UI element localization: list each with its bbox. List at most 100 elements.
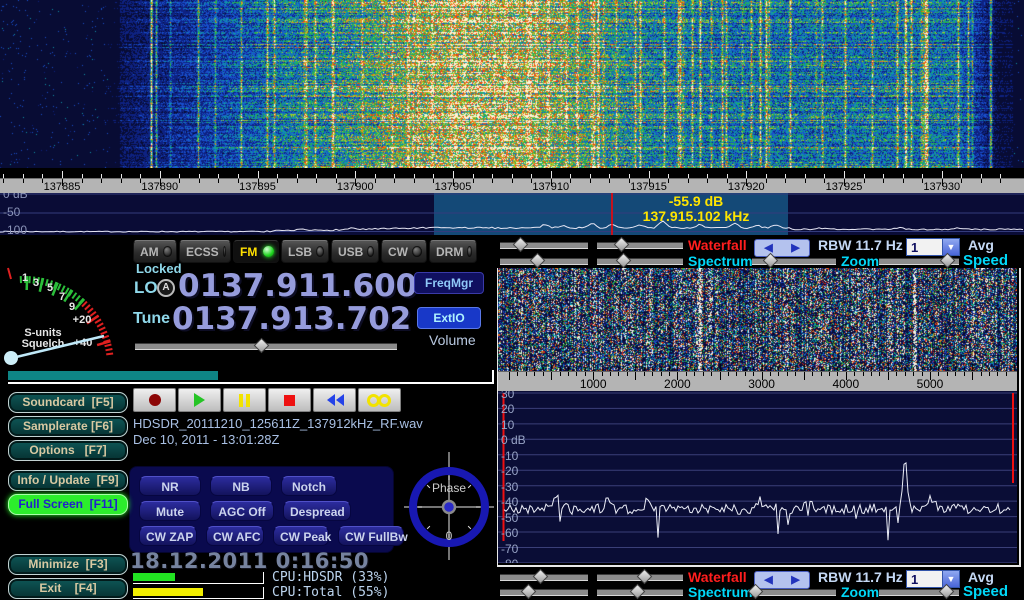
chevron-down-icon[interactable]: ▼ <box>942 239 959 255</box>
dsp-button-nb[interactable]: NB <box>210 476 272 496</box>
pause-button[interactable] <box>223 388 266 412</box>
loop-icon <box>369 394 391 407</box>
slider-thumb[interactable] <box>629 584 645 600</box>
waterfall-lower-slider[interactable] <box>597 239 683 250</box>
slider-thumb[interactable] <box>763 253 779 269</box>
scale-tick <box>661 372 662 376</box>
slider-thumb[interactable] <box>532 569 548 585</box>
scale-tick <box>964 372 965 376</box>
cpu-meter-label: CPU:HDSDR (33%) <box>272 570 389 585</box>
mode-label: USB <box>338 245 363 259</box>
dsp-button-despread[interactable]: Despread <box>283 501 351 521</box>
freqmgr-button[interactable]: FreqMgr <box>414 272 484 294</box>
scale-tick <box>955 372 956 376</box>
mode-button-lsb[interactable]: LSB <box>281 240 329 263</box>
options-button[interactable]: Options [F7] <box>8 440 128 461</box>
scale-tick <box>766 179 767 183</box>
main-waterfall-display[interactable] <box>0 0 1024 168</box>
rewind-button[interactable] <box>313 388 356 412</box>
slider-thumb[interactable] <box>940 253 956 269</box>
main-spectrum-display[interactable]: 0 dB -50 -100 <box>0 193 1024 235</box>
arrow-right-icon[interactable]: ▶ <box>791 573 799 587</box>
slider-thumb[interactable] <box>530 253 546 269</box>
dsp-button-agc-off[interactable]: AGC Off <box>210 501 274 521</box>
tune-frequency-display[interactable]: 0137.913.702 <box>172 301 411 337</box>
dsp-button-mute[interactable]: Mute <box>139 501 201 521</box>
db-label-50: -50 <box>3 205 20 219</box>
avg-dropdown-top[interactable]: 1 ▼ <box>906 238 960 256</box>
mode-button-usb[interactable]: USB <box>331 240 379 263</box>
scale-tick <box>981 179 982 183</box>
soundcard-button[interactable]: Soundcard [F5] <box>8 392 128 413</box>
mode-button-am[interactable]: AM <box>133 240 177 263</box>
play-button[interactable] <box>178 388 221 412</box>
record-button[interactable] <box>133 388 176 412</box>
zoom-slider-bottom[interactable] <box>752 586 836 597</box>
zoom-slider-top[interactable] <box>752 255 836 266</box>
waterfall-label-top[interactable]: Waterfall <box>688 237 747 253</box>
minimize-button[interactable]: Minimize [F3] <box>8 554 128 575</box>
audio-waterfall-display[interactable] <box>498 268 1017 371</box>
dsp-button-nr[interactable]: NR <box>139 476 201 496</box>
scale-tick <box>609 179 610 183</box>
speed-slider-top[interactable] <box>879 255 959 266</box>
dsp-button-notch[interactable]: Notch <box>281 476 337 496</box>
mode-button-cw[interactable]: CW <box>381 240 427 263</box>
auto-badge[interactable]: A <box>157 279 175 297</box>
playback-progress-bar[interactable] <box>8 370 494 384</box>
slider-thumb[interactable] <box>637 569 653 585</box>
audio-db-label: 0 dB <box>501 433 526 447</box>
speed-slider-bottom[interactable] <box>879 586 959 597</box>
audio-spectrum-display[interactable]: 3020100 dB-10-20-30-40-50-60-70-80 <box>498 391 1017 563</box>
waterfall-upper-slider[interactable] <box>500 239 588 250</box>
slider-thumb[interactable] <box>513 237 529 253</box>
mode-button-ecss[interactable]: ECSS <box>179 240 231 263</box>
arrow-left-icon[interactable]: ◀ <box>764 573 772 587</box>
dsp-button-cw-fullbw[interactable]: CW FullBw <box>338 526 404 546</box>
waterfall-upper-slider-bottom[interactable] <box>500 571 588 582</box>
samplerate-button[interactable]: Samplerate [F6] <box>8 416 128 437</box>
waterfall-label-bottom[interactable]: Waterfall <box>688 569 747 585</box>
scale-tick <box>669 372 670 376</box>
slider-thumb[interactable] <box>614 237 630 253</box>
scale-tick <box>805 179 806 183</box>
slider-thumb[interactable] <box>616 253 632 269</box>
volume-slider[interactable] <box>135 340 397 351</box>
slider-thumb[interactable] <box>253 338 269 354</box>
scale-tick <box>512 179 513 183</box>
spectrum-label-top[interactable]: Spectrum <box>688 253 753 269</box>
spectrum-lower-slider-bottom[interactable] <box>597 586 683 597</box>
full-screen-button[interactable]: Full Screen [F11] <box>8 494 128 515</box>
audio-tick-label: 3000 <box>748 377 775 391</box>
frequency-scale[interactable]: 1378851378901378951379001379051379101379… <box>0 178 1024 194</box>
audio-db-label: -60 <box>501 526 518 540</box>
spectrum-upper-slider-bottom[interactable] <box>500 586 588 597</box>
extio-button[interactable]: ExtIO <box>417 307 481 329</box>
lo-frequency-display[interactable]: 0137.911.600 <box>178 268 417 304</box>
waterfall-tick <box>355 171 356 178</box>
stop-button[interactable] <box>268 388 311 412</box>
slider-thumb[interactable] <box>521 584 537 600</box>
dsp-button-cw-zap[interactable]: CW ZAP <box>139 526 197 546</box>
spectrum-lower-slider[interactable] <box>597 255 683 266</box>
scale-tick <box>414 179 415 183</box>
info-update-button[interactable]: Info / Update [F9] <box>8 470 128 491</box>
spectrum-upper-slider[interactable] <box>500 255 588 266</box>
s-meter[interactable]: 13579+20+40 S-units Squelch <box>2 254 128 368</box>
scale-tick <box>585 372 586 376</box>
mode-button-drm[interactable]: DRM <box>429 240 477 263</box>
dsp-button-cw-peak[interactable]: CW Peak <box>273 526 329 546</box>
waterfall-lower-slider-bottom[interactable] <box>597 571 683 582</box>
mode-button-fm[interactable]: FM <box>233 240 279 263</box>
spectrum-label-bottom[interactable]: Spectrum <box>688 584 753 600</box>
dsp-button-cw-afc[interactable]: CW AFC <box>206 526 264 546</box>
arrow-right-icon[interactable]: ▶ <box>791 241 799 255</box>
slider-thumb[interactable] <box>939 584 955 600</box>
loop-button[interactable] <box>358 388 401 412</box>
scale-tick <box>375 179 376 183</box>
audio-frequency-scale[interactable]: 10002000300040005000 <box>498 371 1017 392</box>
smeter-scale-label: 7 <box>59 291 65 303</box>
scale-tick <box>644 372 645 376</box>
exit-button[interactable]: Exit [F4] <box>8 578 128 599</box>
scale-tick <box>218 179 219 183</box>
